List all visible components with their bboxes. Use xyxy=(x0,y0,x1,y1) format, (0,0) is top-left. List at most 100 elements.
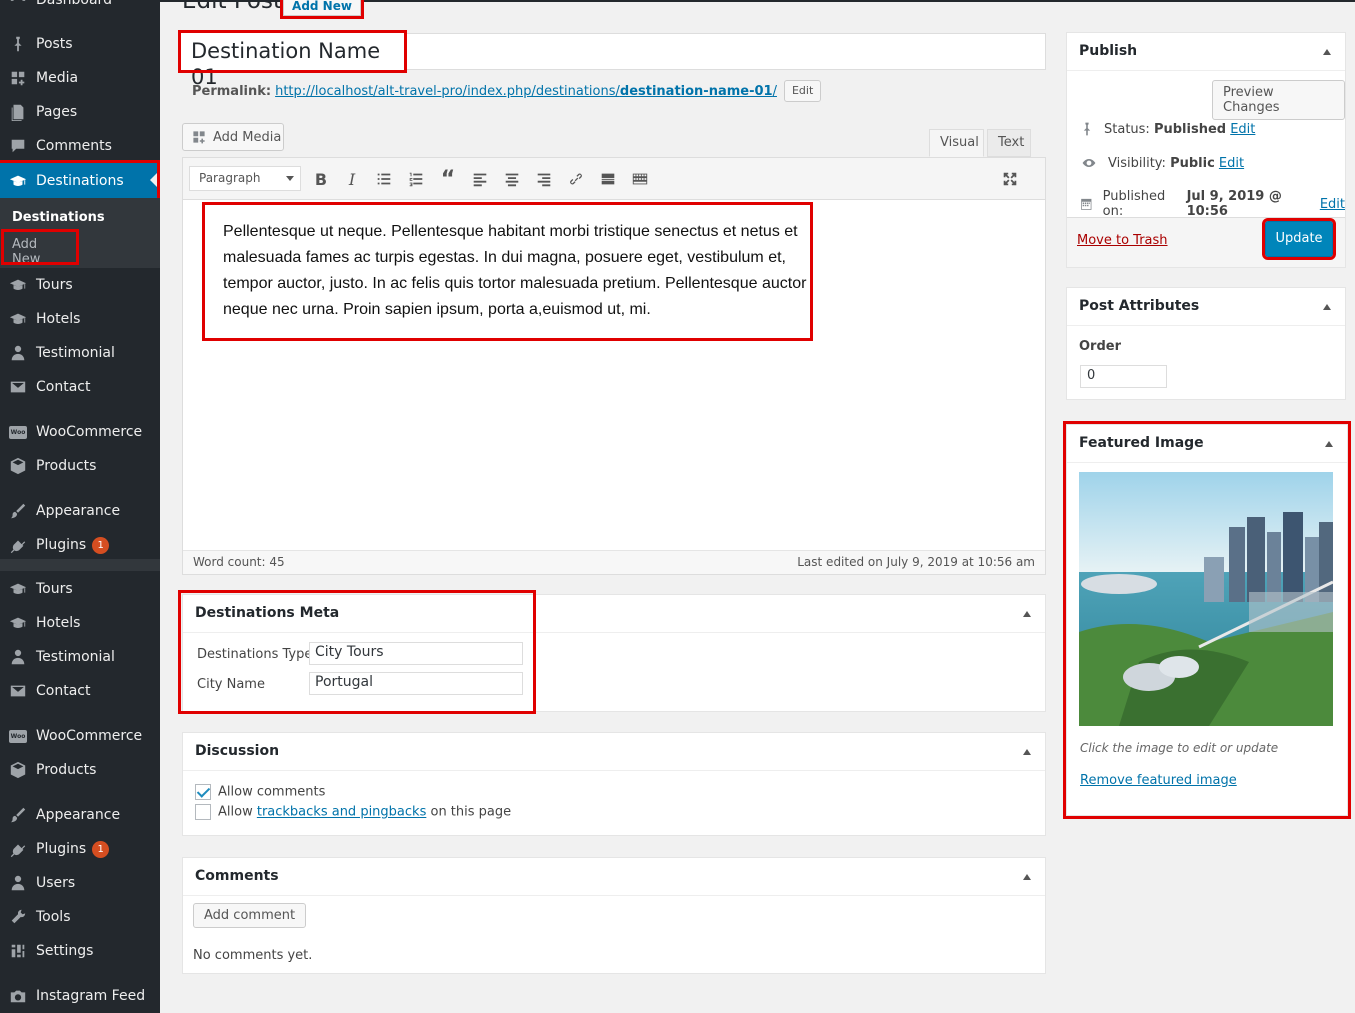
sidebar-item-destinations[interactable]: Destinations xyxy=(0,160,160,201)
sidebar-item-contact[interactable]: Contact xyxy=(0,674,160,708)
sidebar-item-appearance[interactable]: Appearance xyxy=(0,798,160,832)
collapse-icon[interactable] xyxy=(1023,749,1031,755)
allow-trackbacks-row[interactable]: Allow trackbacks and pingbacks on this p… xyxy=(195,804,511,820)
toolbar-toggle-icon[interactable] xyxy=(628,167,652,191)
sidebar-item-tours[interactable]: Tours xyxy=(0,572,160,606)
add-comment-button[interactable]: Add comment xyxy=(193,903,307,928)
collapse-icon[interactable] xyxy=(1323,304,1331,310)
sidebar-item-media[interactable]: Media xyxy=(0,61,160,95)
sidebar-item-woocommerce[interactable]: Woo WooCommerce xyxy=(0,415,160,449)
move-to-trash-link[interactable]: Move to Trash xyxy=(1077,233,1168,248)
featured-image-thumbnail[interactable] xyxy=(1079,472,1333,726)
allow-comments-row[interactable]: Allow comments xyxy=(195,784,325,800)
settings-icon xyxy=(8,941,28,961)
sidebar-item-products[interactable]: Products xyxy=(0,753,160,787)
sidebar-item-instagram-feed[interactable]: Instagram Feed xyxy=(0,979,160,1013)
preview-changes-button[interactable]: Preview Changes xyxy=(1212,80,1345,120)
sidebar-item-users[interactable]: Users xyxy=(0,866,160,900)
menu-dashboard[interactable]: Dashboard xyxy=(0,0,160,17)
post-title-input[interactable]: Destination Name 01 xyxy=(178,30,407,89)
last-edited: Last edited on July 9, 2019 at 10:56 am xyxy=(797,555,1035,569)
visibility-edit-link[interactable]: Edit xyxy=(1219,156,1244,171)
wrench-icon xyxy=(8,907,28,927)
sidebar-item-contact[interactable]: Contact xyxy=(0,370,160,404)
numbered-list-icon[interactable] xyxy=(404,167,428,191)
order-input[interactable]: 0 xyxy=(1080,365,1167,388)
mail-icon xyxy=(8,681,28,701)
menu-separator xyxy=(0,709,160,715)
permalink-label: Permalink: xyxy=(192,83,272,99)
submenu-add-new[interactable]: Add New xyxy=(1,229,79,267)
city-name-input[interactable]: Portugal xyxy=(309,672,523,695)
sidebar-item-woocommerce[interactable]: Woo WooCommerce xyxy=(0,719,160,753)
permalink-row: Permalink: http://localhost/alt-travel-p… xyxy=(192,80,822,102)
read-more-icon[interactable] xyxy=(596,167,620,191)
camera-icon xyxy=(8,986,28,1006)
sidebar-item-plugins[interactable]: Plugins 1 xyxy=(0,528,160,562)
add-new-button[interactable]: Add New xyxy=(280,0,364,19)
post-content[interactable]: Pellentesque ut neque. Pellentesque habi… xyxy=(202,202,813,341)
status-edit-link[interactable]: Edit xyxy=(1230,122,1255,137)
sidebar-item-tours[interactable]: Tours xyxy=(0,268,160,302)
sidebar-item-posts[interactable]: Posts xyxy=(0,27,160,61)
sidebar-item-hotels[interactable]: Hotels xyxy=(0,606,160,640)
editor-toolbar: Paragraph B I “ xyxy=(183,158,1045,200)
sidebar-item-comments[interactable]: Comments xyxy=(0,129,160,163)
blockquote-icon[interactable]: “ xyxy=(436,167,460,192)
editor-tools-area xyxy=(182,103,1031,157)
align-left-icon[interactable] xyxy=(468,167,492,191)
align-right-icon[interactable] xyxy=(532,167,556,191)
collapse-icon[interactable] xyxy=(1023,874,1031,880)
link-icon[interactable] xyxy=(564,167,588,191)
add-media-button[interactable]: Add Media xyxy=(182,123,284,151)
bold-icon[interactable]: B xyxy=(309,167,333,191)
sidebar-item-tools[interactable]: Tools xyxy=(0,900,160,934)
sidebar-item-products[interactable]: Products xyxy=(0,449,160,483)
plug-icon xyxy=(8,535,28,555)
tab-text[interactable]: Text xyxy=(987,129,1031,157)
plugins-update-badge: 1 xyxy=(92,840,110,858)
permalink-link[interactable]: http://localhost/alt-travel-pro/index.ph… xyxy=(275,84,777,99)
collapse-icon[interactable] xyxy=(1323,49,1331,55)
sidebar-item-settings[interactable]: Settings xyxy=(0,934,160,968)
bullet-list-icon[interactable] xyxy=(372,167,396,191)
media-icon xyxy=(8,68,28,88)
editor-status-bar: Word count: 45 Last edited on July 9, 20… xyxy=(183,550,1045,574)
allow-comments-checkbox[interactable] xyxy=(195,784,211,800)
plug-icon xyxy=(8,839,28,859)
mortarboard-icon xyxy=(8,275,28,295)
submenu-title[interactable]: Destinations xyxy=(12,210,105,225)
format-select[interactable]: Paragraph xyxy=(189,166,301,191)
published-edit-link[interactable]: Edit xyxy=(1320,197,1345,212)
menu-separator xyxy=(0,405,160,411)
tab-visual[interactable]: Visual xyxy=(929,129,984,157)
collapse-icon[interactable] xyxy=(1023,611,1031,617)
sidebar-item-plugins[interactable]: Plugins 1 xyxy=(0,832,160,866)
sidebar-item-testimonial[interactable]: Testimonial xyxy=(0,336,160,370)
remove-featured-image-link[interactable]: Remove featured image xyxy=(1080,773,1237,788)
dest-type-input[interactable]: City Tours xyxy=(309,642,523,665)
comments-icon xyxy=(8,136,28,156)
italic-icon[interactable]: I xyxy=(340,167,364,191)
update-button[interactable]: Update xyxy=(1262,218,1336,260)
city-name-label: City Name xyxy=(197,677,265,692)
sidebar-item-hotels[interactable]: Hotels xyxy=(0,302,160,336)
user-icon xyxy=(8,343,28,363)
trackbacks-link[interactable]: trackbacks and pingbacks xyxy=(257,805,427,820)
mortarboard-icon xyxy=(8,613,28,633)
destinations-meta-highlight: Destinations Type City Tours City Name P… xyxy=(178,590,536,714)
permalink-edit-button[interactable]: Edit xyxy=(783,80,822,102)
sidebar-item-testimonial[interactable]: Testimonial xyxy=(0,640,160,674)
box-icon xyxy=(8,760,28,780)
allow-trackbacks-checkbox[interactable] xyxy=(195,804,211,820)
menu-separator xyxy=(0,969,160,975)
fullscreen-icon[interactable] xyxy=(998,167,1022,191)
sidebar-item-appearance[interactable]: Appearance xyxy=(0,494,160,528)
align-center-icon[interactable] xyxy=(500,167,524,191)
sidebar-item-pages[interactable]: Pages xyxy=(0,95,160,129)
collapse-icon[interactable] xyxy=(1325,441,1333,447)
user-icon xyxy=(8,873,28,893)
publish-title: Publish xyxy=(1067,33,1345,71)
word-count: Word count: 45 xyxy=(193,555,285,569)
published-row: Published on: Jul 9, 2019 @ 10:56 Edit xyxy=(1079,189,1345,219)
